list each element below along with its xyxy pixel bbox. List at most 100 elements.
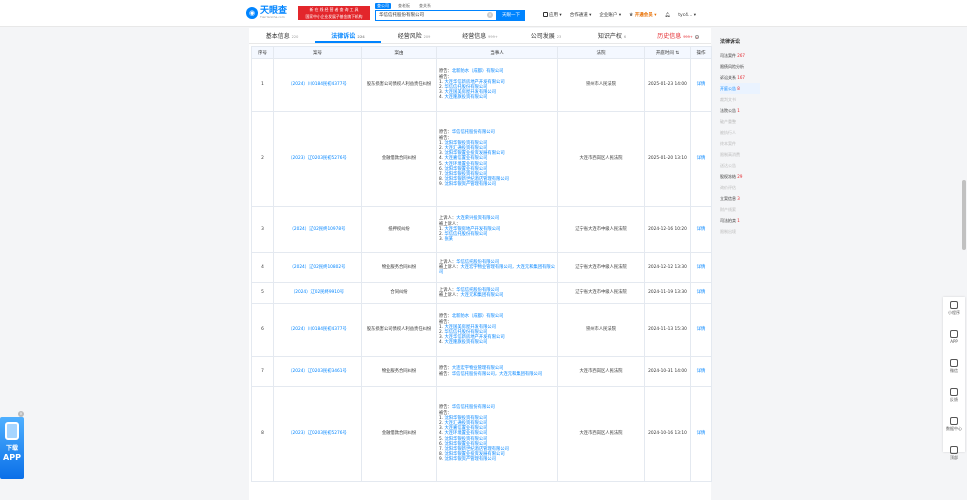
- nav-enterprise[interactable]: 企业账户 ▾: [599, 12, 621, 18]
- court-name: 大连市西岗区人民法院: [557, 356, 645, 387]
- sidebar-item[interactable]: APP: [943, 330, 965, 355]
- sidebar-item[interactable]: 顶部: [943, 446, 965, 471]
- case-number-link[interactable]: （2024）川0184民初4377号: [273, 58, 362, 112]
- right-nav-item[interactable]: 法院公告 1: [720, 105, 760, 116]
- tab-legal[interactable]: 法律诉讼 224: [315, 30, 381, 43]
- download-app-promo[interactable]: 下载 APP: [0, 417, 24, 479]
- sidebar-item[interactable]: 反馈: [943, 388, 965, 413]
- tab-ip[interactable]: 知识产权 6: [579, 30, 645, 43]
- tab-history[interactable]: 历史信息 999+ ?: [645, 30, 711, 43]
- col-court: 法院: [557, 46, 645, 59]
- right-nav-item[interactable]: 司法案件 267: [720, 50, 760, 61]
- hearing-time: 2024-11-13 15:30: [644, 303, 691, 357]
- nav-cooperation[interactable]: 合作通道 ▾: [570, 12, 592, 18]
- site-logo[interactable]: ◉ 天眼查 TianYanCha.com: [246, 6, 296, 20]
- detail-link[interactable]: 详情: [690, 206, 712, 253]
- table-header-row: 序号 案号 案由 当事人 法院 开庭时间 ⇅ 操作: [251, 46, 712, 59]
- party-line: 9. 沈阳华银资产管理有限公司: [439, 457, 555, 462]
- right-nav-item[interactable]: 裁判文书: [720, 94, 760, 105]
- case-number-link[interactable]: （2024）辽02民终9910号: [273, 282, 362, 304]
- right-nav-item[interactable]: 限制出境: [720, 226, 760, 237]
- tab-development[interactable]: 公司发展 23: [513, 30, 579, 43]
- search-type-tabs: 查公司 查老板 查关系: [375, 3, 433, 9]
- right-nav-item[interactable]: 开庭公告 8: [720, 83, 760, 94]
- detail-link[interactable]: 详情: [690, 386, 712, 482]
- party-name[interactable]: 张某: [444, 237, 453, 242]
- detail-link[interactable]: 详情: [690, 282, 712, 304]
- party-name[interactable]: 华信信托股份有限公司: [452, 405, 495, 410]
- right-nav-item[interactable]: 限债风险分析: [720, 61, 760, 72]
- tab-business-risk[interactable]: 经营风险 209: [381, 30, 447, 43]
- detail-link[interactable]: 详情: [690, 58, 712, 112]
- party-name[interactable]: 沈阳华银资产管理有限公司: [444, 182, 496, 187]
- party-line: 3. 张某: [439, 237, 555, 242]
- right-nav-item[interactable]: 终本案件: [720, 138, 760, 149]
- detail-link[interactable]: 详情: [690, 111, 712, 207]
- party-name[interactable]: 沈阳华银资产管理有限公司: [444, 457, 496, 462]
- search-tab-boss[interactable]: 查老板: [396, 3, 412, 9]
- case-number-link[interactable]: （2023）辽0203民初5276号: [273, 386, 362, 482]
- party-role: 被上诉人：: [439, 293, 461, 298]
- col-time[interactable]: 开庭时间 ⇅: [644, 46, 691, 59]
- right-nav-item[interactable]: 股权冻结 29: [720, 171, 760, 182]
- case-cause: 股东损害公司债权人利益责任纠纷: [361, 303, 437, 357]
- table-row: 5 （2024）辽02民终9910号 合同纠纷 上诉人：华信信托股份有限公司 被上诉人：…: [251, 282, 712, 304]
- case-number-link[interactable]: （2023）辽0203民初5276号: [273, 111, 362, 207]
- detail-link[interactable]: 详情: [690, 252, 712, 283]
- detail-link[interactable]: 详情: [690, 356, 712, 387]
- hearing-time: 2024-10-16 13:10: [644, 386, 691, 482]
- bell-icon[interactable]: 🔔︎: [665, 13, 671, 18]
- parties-cell: 原告：华信信托股份有限公司 被告： 1. 沈阳华银投资有限公司 2. 大连汇通投资有限…: [436, 111, 558, 207]
- search-tab-relation[interactable]: 查关系: [417, 3, 433, 9]
- case-cause: 抵押权纠纷: [361, 206, 437, 253]
- search-tab-company[interactable]: 查公司: [375, 3, 391, 9]
- case-number-link[interactable]: （2024）川0184民初4377号: [273, 303, 362, 357]
- top-nav: 应用 ▾ 合作通道 ▾ 企业账户 ▾ ♛ 开通会员 ▾ 🔔︎ tyc4... ▾: [543, 10, 696, 20]
- party-name[interactable]: 大连荣兴投资有限公司: [456, 216, 499, 221]
- right-nav-item[interactable]: 被执行人: [720, 127, 760, 138]
- right-nav-item[interactable]: 限制高消费: [720, 149, 760, 160]
- right-nav-item[interactable]: 询价评估: [720, 182, 760, 193]
- right-nav-item[interactable]: 破产重整: [720, 116, 760, 127]
- promo-badge[interactable]: 新 在 线 经 营 者 查 询 工 具 国家中小企业发展子基金旗下机构: [298, 6, 370, 20]
- nav-vip[interactable]: ♛ 开通会员 ▾: [629, 12, 656, 18]
- case-number-link[interactable]: （2024）辽02民终10802号: [273, 252, 362, 283]
- tab-business-info[interactable]: 经营信息 999+: [447, 30, 513, 43]
- detail-link[interactable]: 详情: [690, 303, 712, 357]
- right-nav-item[interactable]: 司法拍卖 1: [720, 215, 760, 226]
- right-nav-item[interactable]: 立案信息 3: [720, 193, 760, 204]
- party-name[interactable]: 北新防水（成都）有限公司: [452, 314, 504, 319]
- case-number-link[interactable]: （2024）辽02民终10978号: [273, 206, 362, 253]
- sidebar-item[interactable]: 小程序: [943, 301, 965, 326]
- right-nav-item[interactable]: 财产线索: [720, 204, 760, 215]
- search-input[interactable]: 华信信托股份有限公司: [375, 10, 497, 21]
- sidebar-item[interactable]: 微信: [943, 359, 965, 384]
- case-number-link[interactable]: （2024）辽0203民初3461号: [273, 356, 362, 387]
- row-no: 2: [251, 111, 274, 207]
- row-no: 7: [251, 356, 274, 387]
- search-button[interactable]: 天眼一下: [497, 10, 525, 21]
- party-line: 被告：华信信托股份有限公司，大连元和集团有限公司: [439, 372, 555, 377]
- sort-icon: ⇅: [675, 50, 680, 56]
- party-name[interactable]: 北新防水（成都）有限公司: [452, 69, 504, 74]
- right-nav-title: 法律诉讼: [720, 39, 741, 45]
- page-scrollbar[interactable]: [962, 180, 966, 250]
- clear-icon[interactable]: ×: [487, 12, 493, 18]
- tab-basic-info[interactable]: 基本信息 220: [249, 30, 315, 43]
- row-no: 1: [251, 58, 274, 112]
- party-name[interactable]: 华信信托股份有限公司: [452, 130, 495, 135]
- right-section-nav: 法律诉讼 司法案件 267 限债风险分析 诉讼关系 167 开庭公告 8 裁判文书 法…: [720, 38, 760, 237]
- nav-user[interactable]: tyc4... ▾: [678, 13, 696, 18]
- court-name: 崇州市人民法院: [557, 58, 645, 112]
- right-nav-item[interactable]: 诉讼关系 167: [720, 72, 760, 83]
- table-row: 2 （2023）辽0203民初5276号 金融借款合同纠纷 原告：华信信托股份有限公司…: [251, 111, 712, 207]
- party-name[interactable]: 大连隆旗投资有限公司: [444, 340, 487, 345]
- party-name[interactable]: 华信信托股份有限公司，大连元和集团有限公司: [452, 372, 542, 377]
- sidebar-item[interactable]: 数据中心: [943, 417, 965, 442]
- promo-line1: 下载: [5, 445, 18, 452]
- feedback-icon: [950, 388, 958, 396]
- party-name[interactable]: 大连隆旗投资有限公司: [444, 95, 487, 100]
- right-nav-item[interactable]: 送达公告: [720, 160, 760, 171]
- nav-apps[interactable]: 应用 ▾: [543, 12, 562, 18]
- party-name[interactable]: 大连元和集团有限公司: [460, 293, 503, 298]
